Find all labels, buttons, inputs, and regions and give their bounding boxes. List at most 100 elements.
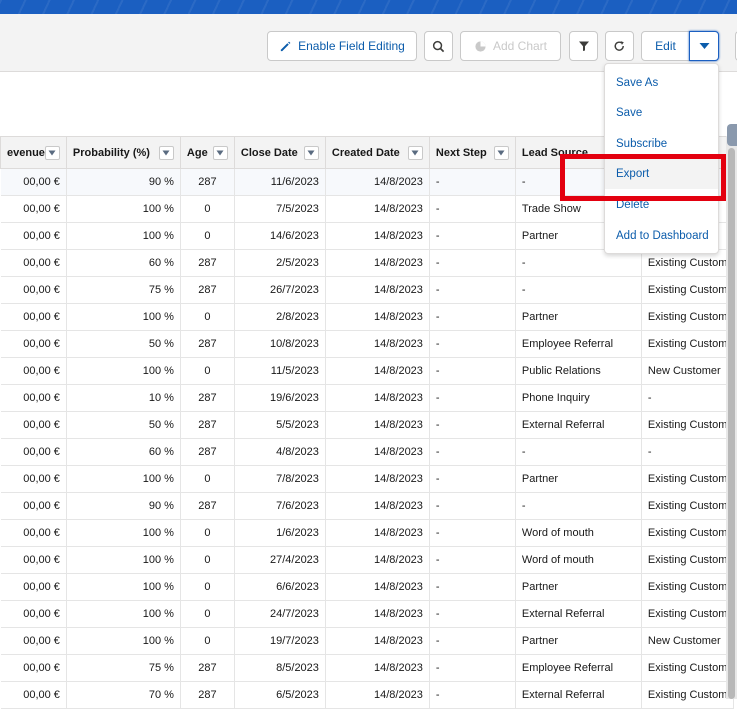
search-icon bbox=[432, 40, 445, 53]
table-cell: 00,00 € bbox=[0, 438, 67, 466]
table-cell: 60 % bbox=[66, 438, 181, 466]
table-cell: - bbox=[429, 519, 516, 547]
column-menu-icon[interactable] bbox=[158, 145, 174, 160]
chart-icon bbox=[474, 40, 487, 53]
table-cell: 287 bbox=[180, 681, 235, 709]
table-row: 00,00 €75 % 287 8/5/2023 14/8/2023- Employee… bbox=[0, 654, 735, 682]
table-cell: Existing Custom bbox=[641, 600, 735, 628]
filter-button[interactable] bbox=[569, 31, 598, 61]
table-cell: 75 % bbox=[66, 654, 181, 682]
menu-item-save-as[interactable]: Save As bbox=[605, 67, 718, 98]
table-cell: 00,00 € bbox=[0, 627, 67, 655]
table-cell: Public Relations bbox=[515, 357, 642, 385]
table-cell: 14/8/2023 bbox=[325, 384, 430, 412]
table-cell: 0 bbox=[180, 357, 235, 385]
table-cell: 2/5/2023 bbox=[234, 249, 326, 277]
table-cell: - bbox=[429, 600, 516, 628]
table-cell: 14/8/2023 bbox=[325, 681, 430, 709]
edit-button[interactable]: Edit bbox=[641, 31, 690, 61]
table-cell: Partner bbox=[515, 465, 642, 493]
table-cell: 287 bbox=[180, 411, 235, 439]
table-cell: 0 bbox=[180, 195, 235, 223]
table-cell: External Referral bbox=[515, 411, 642, 439]
table-cell: 00,00 € bbox=[0, 573, 67, 601]
table-cell: - bbox=[429, 411, 516, 439]
table-cell: Word of mouth bbox=[515, 519, 642, 547]
filter-icon bbox=[578, 40, 590, 52]
table-cell: Existing Custom bbox=[641, 465, 735, 493]
edit-menu-dropdown-button[interactable] bbox=[689, 31, 719, 61]
column-header-label: Created Date bbox=[331, 146, 400, 159]
table-cell: 00,00 € bbox=[0, 600, 67, 628]
table-cell: 14/8/2023 bbox=[325, 357, 430, 385]
table-cell: 14/8/2023 bbox=[325, 573, 430, 601]
table-cell: Existing Custom bbox=[641, 573, 735, 601]
table-cell: 0 bbox=[180, 627, 235, 655]
table-cell: 0 bbox=[180, 600, 235, 628]
column-header[interactable]: Next Step bbox=[428, 136, 516, 169]
search-button[interactable] bbox=[424, 31, 453, 61]
table-row: 00,00 €50 % 287 10/8/2023 14/8/2023- Employe… bbox=[0, 330, 735, 358]
column-header[interactable]: Created Date bbox=[324, 136, 430, 169]
table-cell: 14/8/2023 bbox=[325, 438, 430, 466]
column-header[interactable]: Close Date bbox=[233, 136, 326, 169]
column-header[interactable]: Probability (%) bbox=[65, 136, 181, 169]
refresh-button[interactable] bbox=[605, 31, 634, 61]
column-header[interactable]: Age bbox=[179, 136, 235, 169]
column-menu-icon[interactable] bbox=[212, 145, 228, 160]
side-panel-toggle-icon[interactable] bbox=[727, 124, 737, 146]
table-cell: 70 % bbox=[66, 681, 181, 709]
column-header[interactable]: evenue bbox=[0, 136, 67, 169]
table-cell: 14/8/2023 bbox=[325, 600, 430, 628]
table-cell: 00,00 € bbox=[0, 465, 67, 493]
table-cell: - bbox=[429, 249, 516, 277]
table-cell: 14/8/2023 bbox=[325, 168, 430, 196]
table-row: 00,00 €100 % 0 2/8/2023 14/8/2023- Partner Ex… bbox=[0, 303, 735, 331]
table-cell: 24/7/2023 bbox=[234, 600, 326, 628]
table-cell: 14/8/2023 bbox=[325, 249, 430, 277]
column-menu-icon[interactable] bbox=[493, 145, 509, 160]
table-cell: 00,00 € bbox=[0, 249, 67, 277]
pencil-icon bbox=[279, 40, 292, 53]
column-menu-icon[interactable] bbox=[44, 145, 60, 160]
menu-item-add-to-dashboard[interactable]: Add to Dashboard bbox=[605, 220, 718, 251]
table-cell: - bbox=[429, 681, 516, 709]
table-cell: 14/8/2023 bbox=[325, 222, 430, 250]
table-cell: 00,00 € bbox=[0, 546, 67, 574]
table-cell: 287 bbox=[180, 384, 235, 412]
table-cell: - bbox=[429, 492, 516, 520]
column-menu-icon[interactable] bbox=[303, 145, 319, 160]
table-row: 00,00 €100 % 0 19/7/2023 14/8/2023- Partner N… bbox=[0, 627, 735, 655]
table-row: 00,00 €60 % 287 4/8/2023 14/8/2023- - - bbox=[0, 438, 735, 466]
table-cell: 00,00 € bbox=[0, 303, 67, 331]
table-cell: Existing Custom bbox=[641, 276, 735, 304]
table-cell: 100 % bbox=[66, 573, 181, 601]
table-cell: 14/8/2023 bbox=[325, 411, 430, 439]
table-cell: 50 % bbox=[66, 330, 181, 358]
table-cell: 8/5/2023 bbox=[234, 654, 326, 682]
table-cell: 75 % bbox=[66, 276, 181, 304]
table-cell: - bbox=[429, 222, 516, 250]
table-cell: - bbox=[429, 654, 516, 682]
table-cell: Existing Custom bbox=[641, 681, 735, 709]
table-cell: 287 bbox=[180, 168, 235, 196]
table-cell: 6/5/2023 bbox=[234, 681, 326, 709]
table-cell: 2/8/2023 bbox=[234, 303, 326, 331]
vertical-scrollbar-thumb[interactable] bbox=[728, 148, 735, 699]
table-row: 00,00 €100 % 0 7/8/2023 14/8/2023- Partner Ex… bbox=[0, 465, 735, 493]
table-row: 00,00 €100 % 0 24/7/2023 14/8/2023- External… bbox=[0, 600, 735, 628]
column-header-label: Close Date bbox=[240, 146, 298, 159]
table-cell: - bbox=[429, 330, 516, 358]
column-header-label: Age bbox=[186, 146, 208, 159]
table-cell: - bbox=[641, 438, 735, 466]
enable-field-editing-button[interactable]: Enable Field Editing bbox=[267, 31, 417, 61]
table-cell: 14/8/2023 bbox=[325, 303, 430, 331]
menu-item-save[interactable]: Save bbox=[605, 97, 718, 128]
table-cell: 14/8/2023 bbox=[325, 195, 430, 223]
table-cell: 4/8/2023 bbox=[234, 438, 326, 466]
table-cell: 00,00 € bbox=[0, 654, 67, 682]
add-chart-button[interactable]: Add Chart bbox=[460, 31, 561, 61]
column-menu-icon[interactable] bbox=[407, 145, 423, 160]
table-cell: 0 bbox=[180, 519, 235, 547]
table-cell: 100 % bbox=[66, 303, 181, 331]
